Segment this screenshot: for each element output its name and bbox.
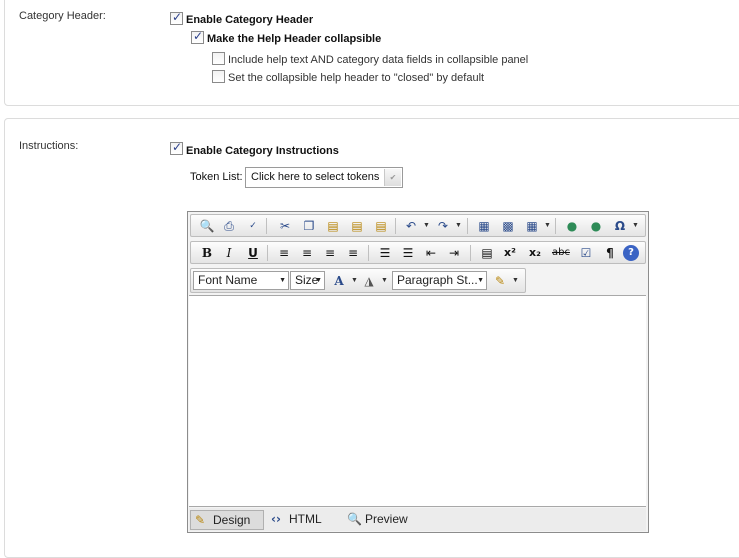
enable-category-header-label: Enable Category Header [186, 14, 314, 26]
font-size-select[interactable]: Size ▼ [290, 271, 325, 290]
unordered-list-icon[interactable]: ☰ [398, 244, 418, 262]
print-icon[interactable]: ⎙ [219, 217, 239, 235]
html-mode-tab[interactable]: ‹› HTML [267, 510, 337, 530]
paste-icon[interactable]: ▤ [323, 217, 343, 235]
redo-icon[interactable]: ↷ [433, 217, 453, 235]
collapsible-header-checkbox[interactable] [191, 29, 204, 44]
magnifier-icon: 🔍 [347, 512, 362, 526]
underline-button[interactable]: U [243, 244, 263, 262]
bold-button[interactable]: B [197, 244, 217, 262]
ordered-list-icon[interactable]: ☰ [375, 244, 395, 262]
separator [368, 245, 369, 261]
italic-button[interactable]: I [219, 244, 239, 262]
highlight-color-icon[interactable]: ◮ [359, 272, 379, 290]
separator [266, 218, 267, 234]
paragraph-marks-button[interactable]: ¶ [600, 244, 620, 262]
preview-mode-tab[interactable]: 🔍 Preview [343, 510, 423, 530]
paste-word-icon[interactable]: ▤ [371, 217, 391, 235]
justify-icon[interactable]: ≡ [343, 244, 363, 262]
align-right-icon[interactable]: ≡ [320, 244, 340, 262]
token-list-value: Click here to select tokens [251, 171, 380, 183]
token-list-select[interactable]: Click here to select tokens ✔ [245, 167, 403, 188]
cut-icon[interactable]: ✂ [275, 217, 295, 235]
horizontal-rule-icon[interactable]: ▤ [477, 244, 497, 262]
toolbar-row-2: B I U ≡ ≡ ≡ ≡ ☰ ☰ ⇤ ⇥ ▤ x² x₂ abc ☑ ¶ ? [190, 241, 646, 264]
design-mode-tab[interactable]: ✎ Design [190, 510, 264, 530]
closed-by-default-checkbox[interactable] [212, 70, 225, 83]
undo-dropdown-icon[interactable]: ▼ [423, 217, 430, 235]
font-color-dropdown-icon[interactable]: ▼ [351, 272, 358, 290]
token-list-label: Token List: [190, 171, 243, 183]
chevron-down-icon: ▼ [279, 277, 286, 284]
chevron-down-icon: ▼ [477, 277, 484, 284]
align-center-icon[interactable]: ≡ [297, 244, 317, 262]
chevron-down-icon: ▼ [315, 277, 322, 284]
separator [470, 245, 471, 261]
enable-instructions-checkbox[interactable] [170, 140, 183, 155]
link-icon[interactable]: ● [562, 217, 582, 235]
spellcheck-icon[interactable]: ✓ [243, 217, 263, 235]
find-icon[interactable]: 🔍 [197, 217, 217, 235]
editor-mode-bar: ✎ Design ‹› HTML 🔍 Preview [189, 508, 646, 531]
image-manager-icon[interactable]: ▩ [498, 217, 518, 235]
unlink-icon[interactable]: ● [586, 217, 606, 235]
toolbar-row-3: Font Name ▼ Size ▼ A ▼ ◮ ▼ Paragraph St.… [190, 268, 526, 293]
strikethrough-button[interactable]: abc [550, 244, 572, 262]
indent-icon[interactable]: ⇥ [444, 244, 464, 262]
html-mode-label: HTML [289, 512, 322, 526]
category-header-label: Category Header: [19, 10, 106, 22]
category-header-panel [4, 0, 739, 106]
paragraph-style-value: Paragraph St... [397, 273, 478, 287]
editor-content-area[interactable] [189, 295, 646, 507]
design-mode-label: Design [213, 513, 251, 527]
paste-text-icon[interactable]: ▤ [347, 217, 367, 235]
rich-text-editor: 🔍 ⎙ ✓ ✂ ❐ ▤ ▤ ▤ ↶ ▼ ↷ ▼ ▦ ▩ ▦ ▼ ● ● Ω ▼ … [187, 211, 649, 533]
format-painter-dropdown-icon[interactable]: ▼ [512, 272, 519, 290]
separator [555, 218, 556, 234]
font-name-select[interactable]: Font Name ▼ [193, 271, 289, 290]
table-dropdown-icon[interactable]: ▼ [544, 217, 551, 235]
preview-mode-label: Preview [365, 512, 408, 526]
format-painter-icon[interactable]: ✎ [490, 272, 510, 290]
undo-icon[interactable]: ↶ [401, 217, 421, 235]
instructions-label: Instructions: [19, 140, 79, 152]
special-char-icon[interactable]: Ω [610, 217, 630, 235]
outdent-icon[interactable]: ⇤ [421, 244, 441, 262]
pencil-icon: ✎ [195, 513, 206, 527]
redo-dropdown-icon[interactable]: ▼ [455, 217, 462, 235]
table-icon[interactable]: ▦ [522, 217, 542, 235]
enable-instructions-label: Enable Category Instructions [186, 145, 339, 157]
subscript-button[interactable]: x₂ [525, 244, 545, 262]
include-help-text-checkbox[interactable] [212, 52, 225, 65]
separator [395, 218, 396, 234]
separator [267, 245, 268, 261]
help-button[interactable]: ? [623, 245, 639, 261]
highlight-dropdown-icon[interactable]: ▼ [381, 272, 388, 290]
closed-by-default-label: Set the collapsible help header to "clos… [228, 72, 485, 84]
code-icon: ‹› [271, 512, 281, 526]
special-char-dropdown-icon[interactable]: ▼ [632, 217, 639, 235]
toolbar-row-1: 🔍 ⎙ ✓ ✂ ❐ ▤ ▤ ▤ ↶ ▼ ↷ ▼ ▦ ▩ ▦ ▼ ● ● Ω ▼ [190, 214, 646, 237]
include-help-text-label: Include help text AND category data fiel… [228, 54, 529, 66]
enable-category-header-checkbox[interactable] [170, 10, 183, 25]
font-color-icon[interactable]: A [329, 272, 349, 290]
format-stripper-icon[interactable]: ☑ [576, 244, 596, 262]
separator [467, 218, 468, 234]
paragraph-style-select[interactable]: Paragraph St... ▼ [392, 271, 487, 290]
chevron-down-icon: ✔ [384, 169, 401, 186]
copy-icon[interactable]: ❐ [299, 217, 319, 235]
insert-image-icon[interactable]: ▦ [474, 217, 494, 235]
superscript-button[interactable]: x² [500, 244, 520, 262]
font-name-value: Font Name [198, 273, 258, 287]
collapsible-header-label: Make the Help Header collapsible [207, 33, 382, 45]
align-left-icon[interactable]: ≡ [274, 244, 294, 262]
